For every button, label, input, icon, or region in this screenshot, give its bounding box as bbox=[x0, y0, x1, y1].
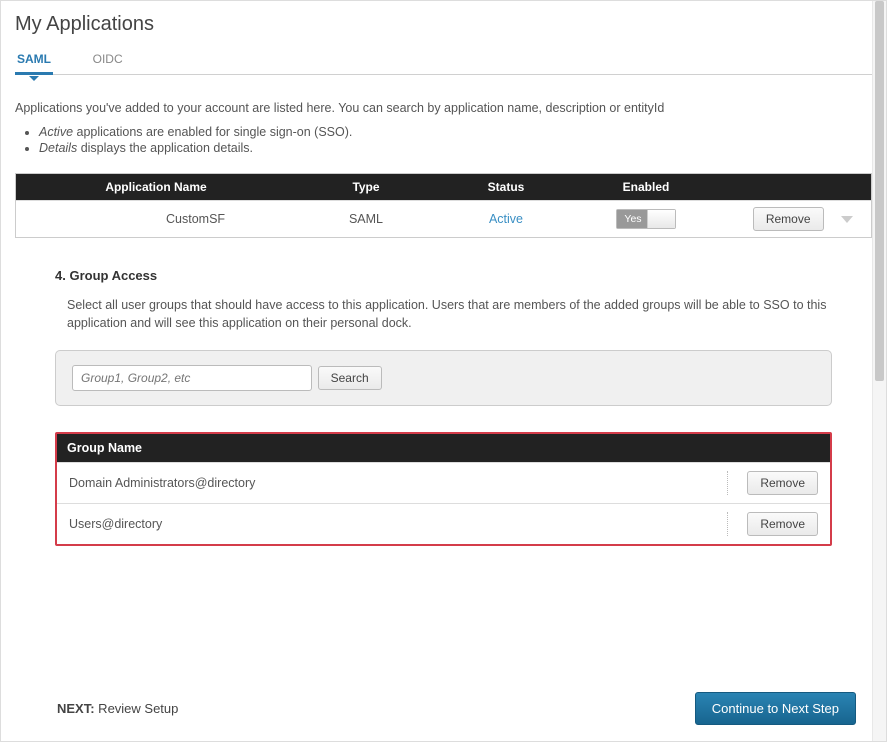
note-details-em: Details bbox=[39, 141, 77, 155]
col-header-name: Application Name bbox=[16, 174, 296, 200]
next-prefix: NEXT: bbox=[57, 701, 95, 716]
col-header-status: Status bbox=[436, 174, 576, 200]
group-table: Group Name Domain Administrators@directo… bbox=[55, 432, 832, 546]
group-search-input[interactable] bbox=[72, 365, 312, 391]
group-name: Users@directory bbox=[69, 517, 162, 531]
app-name: CustomSF bbox=[16, 206, 296, 232]
intro-text: Applications you've added to your accoun… bbox=[15, 101, 872, 115]
page-container: My Applications SAML OIDC Applications y… bbox=[0, 0, 887, 742]
note-details: Details displays the application details… bbox=[39, 141, 872, 155]
row-separator bbox=[727, 471, 728, 495]
app-status[interactable]: Active bbox=[489, 212, 523, 226]
enabled-toggle[interactable]: Yes bbox=[616, 209, 676, 229]
note-active-rest: applications are enabled for single sign… bbox=[73, 125, 352, 139]
note-details-rest: displays the application details. bbox=[77, 141, 253, 155]
step-description: Select all user groups that should have … bbox=[67, 297, 832, 332]
step-heading: 4. Group Access bbox=[55, 268, 832, 283]
note-active: Active applications are enabled for sing… bbox=[39, 125, 872, 139]
note-active-em: Active bbox=[39, 125, 73, 139]
group-name: Domain Administrators@directory bbox=[69, 476, 255, 490]
group-search-box: Search bbox=[55, 350, 832, 406]
app-type: SAML bbox=[296, 206, 436, 232]
next-step-label: NEXT: Review Setup bbox=[57, 701, 178, 716]
enabled-toggle-knob bbox=[647, 210, 675, 228]
col-header-type: Type bbox=[296, 174, 436, 200]
group-remove-button[interactable]: Remove bbox=[747, 471, 818, 495]
col-header-actions bbox=[716, 174, 871, 200]
notes-list: Active applications are enabled for sing… bbox=[39, 125, 872, 155]
group-remove-button[interactable]: Remove bbox=[747, 512, 818, 536]
applications-table: Application Name Type Status Enabled Cus… bbox=[15, 173, 872, 238]
tab-oidc[interactable]: OIDC bbox=[91, 46, 125, 74]
enabled-toggle-label: Yes bbox=[617, 210, 649, 228]
group-table-header: Group Name bbox=[57, 434, 830, 462]
group-row: Domain Administrators@directory Remove bbox=[57, 462, 830, 503]
applications-table-header: Application Name Type Status Enabled bbox=[16, 174, 871, 200]
expand-row-icon[interactable] bbox=[841, 216, 853, 223]
vertical-scrollbar[interactable] bbox=[872, 1, 886, 741]
tab-bar: SAML OIDC bbox=[15, 46, 872, 75]
group-search-button[interactable]: Search bbox=[318, 366, 382, 390]
scrollbar-thumb[interactable] bbox=[875, 1, 884, 381]
group-row: Users@directory Remove bbox=[57, 503, 830, 544]
app-remove-button[interactable]: Remove bbox=[753, 207, 824, 231]
tab-saml[interactable]: SAML bbox=[15, 46, 53, 74]
page-title: My Applications bbox=[15, 13, 872, 36]
application-row: CustomSF SAML Active Yes Remove bbox=[16, 200, 871, 237]
next-text: Review Setup bbox=[95, 701, 179, 716]
col-header-enabled: Enabled bbox=[576, 174, 716, 200]
continue-button[interactable]: Continue to Next Step bbox=[695, 692, 856, 725]
row-separator bbox=[727, 512, 728, 536]
footer-bar: NEXT: Review Setup Continue to Next Step bbox=[57, 692, 856, 725]
group-access-step: 4. Group Access Select all user groups t… bbox=[15, 238, 872, 546]
